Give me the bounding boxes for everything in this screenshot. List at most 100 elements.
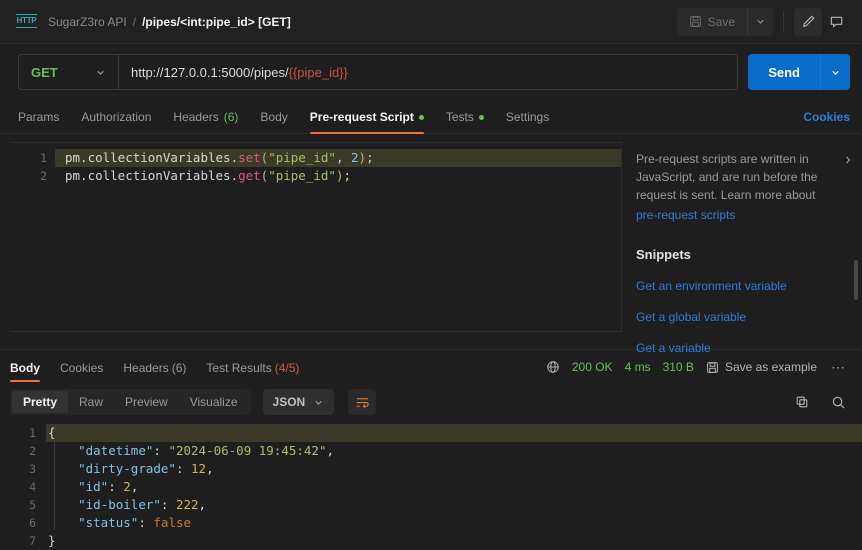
line-number: 1	[29, 426, 36, 440]
ellipsis-icon[interactable]: ⋯	[829, 359, 848, 376]
line-number: 1	[40, 151, 47, 165]
json-token: 2	[123, 479, 131, 494]
copy-response-button[interactable]	[788, 388, 816, 416]
edit-request-button[interactable]	[794, 7, 822, 36]
chevron-right-icon[interactable]	[842, 154, 854, 166]
json-token: "dirty-grade"	[78, 461, 176, 476]
response-tab-test-results-label: Test Results	[206, 361, 272, 375]
json-token: "2024-06-09 19:45:42"	[168, 443, 327, 458]
tab-settings[interactable]: Settings	[506, 100, 549, 134]
response-tab-cookies[interactable]: Cookies	[60, 350, 103, 384]
tab-body[interactable]: Body	[260, 100, 287, 134]
line-number: 3	[29, 462, 36, 476]
response-body-viewer[interactable]: 1 2 3 4 5 6 7 { "datetime": "2024-06-09 …	[0, 422, 862, 550]
response-language-select[interactable]: JSON	[262, 389, 335, 415]
json-token: "status"	[78, 515, 139, 530]
tab-authorization-label: Authorization	[81, 110, 152, 124]
response-tab-body[interactable]: Body	[10, 350, 40, 384]
code-token: "pipe_id"	[268, 150, 336, 165]
snippets-panel: Pre-request scripts are written in JavaS…	[622, 142, 862, 355]
json-line: "status": false	[46, 514, 862, 532]
save-as-example-label: Save as example	[724, 360, 817, 374]
snippet-item-get-global-variable[interactable]: Get a global variable	[636, 308, 844, 326]
json-token: }	[48, 533, 56, 548]
code-token: 2	[351, 150, 359, 165]
code-token: set	[238, 150, 261, 165]
cookies-link[interactable]: Cookies	[803, 110, 850, 124]
format-tab-preview[interactable]: Preview	[114, 391, 179, 413]
comments-button[interactable]	[822, 8, 850, 36]
response-tab-headers[interactable]: Headers (6)	[123, 350, 186, 384]
format-tab-visualize[interactable]: Visualize	[179, 391, 249, 413]
tab-settings-label: Settings	[505, 110, 550, 124]
response-tab-headers-label: Headers	[123, 361, 169, 375]
json-token: 222	[175, 497, 199, 512]
tab-tests[interactable]: Tests	[446, 100, 484, 134]
json-token: :	[108, 479, 124, 494]
save-options-button[interactable]	[747, 7, 773, 36]
tab-headers-label: Headers	[173, 110, 219, 124]
url-base-text: http://127.0.0.1:5000/pipes/	[131, 64, 289, 80]
save-button[interactable]: Save	[676, 7, 747, 36]
json-token: false	[153, 515, 192, 530]
snippet-item-get-environment-variable[interactable]: Get an environment variable	[636, 277, 844, 295]
json-token: 12	[191, 461, 207, 476]
json-token: ,	[326, 443, 335, 458]
json-token: "datetime"	[78, 443, 154, 458]
snippets-scrollbar[interactable]	[854, 260, 858, 300]
code-token: pm.collectionVariables.	[65, 168, 239, 183]
url-input[interactable]: http://127.0.0.1:5000/pipes/{{pipe_id}}	[119, 65, 360, 80]
status-code: 200 OK	[571, 360, 613, 374]
breadcrumb-collection[interactable]: SugarZ3ro API	[48, 15, 127, 29]
code-token: ;	[343, 168, 351, 183]
save-button-group: Save	[676, 7, 773, 36]
chevron-down-icon	[755, 16, 766, 27]
url-bar: GET http://127.0.0.1:5000/pipes/{{pipe_i…	[0, 44, 862, 100]
word-wrap-button[interactable]	[348, 389, 377, 415]
response-time: 4 ms	[624, 360, 651, 374]
json-line: "dirty-grade": 12,	[46, 460, 862, 478]
format-tab-pretty[interactable]: Pretty	[12, 391, 69, 413]
breadcrumb-separator: /	[132, 14, 137, 29]
script-code-editor[interactable]: 1 2 pm.collectionVariables.set("pipe_id"…	[10, 142, 622, 332]
response-json-content: { "datetime": "2024-06-09 19:45:42", "di…	[46, 422, 862, 550]
json-token: :	[153, 443, 169, 458]
code-line: pm.collectionVariables.set("pipe_id", 2)…	[55, 149, 621, 167]
search-response-button[interactable]	[824, 388, 852, 416]
json-line: "id": 2,	[46, 478, 862, 496]
pre-request-scripts-link[interactable]: pre-request scripts	[636, 206, 844, 224]
format-tab-raw[interactable]: Raw	[68, 391, 114, 413]
response-tab-test-results[interactable]: Test Results (4/5)	[206, 350, 299, 384]
line-number: 6	[29, 516, 36, 530]
tab-params[interactable]: Params	[18, 100, 59, 134]
send-button[interactable]: Send	[748, 54, 820, 90]
response-line-numbers: 1 2 3 4 5 6 7	[0, 422, 46, 550]
response-tab-body-label: Body	[10, 361, 40, 375]
chevron-down-icon	[95, 67, 106, 78]
editor-code-content[interactable]: pm.collectionVariables.set("pipe_id", 2)…	[55, 143, 621, 331]
globe-icon[interactable]	[546, 360, 560, 374]
snippets-description: Pre-request scripts are written in JavaS…	[636, 152, 818, 202]
send-options-button[interactable]	[820, 54, 850, 90]
json-line: "id-boiler": 222,	[46, 496, 862, 514]
tab-pre-request-script[interactable]: Pre-request Script	[309, 100, 424, 134]
json-token: :	[160, 497, 176, 512]
editor-line-numbers: 1 2	[10, 143, 55, 331]
line-number: 7	[29, 534, 36, 548]
json-token: ,	[206, 461, 214, 476]
response-pane: Body Cookies Headers (6) Test Results (4…	[0, 349, 862, 550]
code-token: )	[358, 150, 367, 165]
code-token: ;	[366, 150, 374, 165]
chevron-down-icon	[830, 67, 841, 78]
tab-pre-request-script-label: Pre-request Script	[309, 110, 414, 124]
tab-headers[interactable]: Headers (6)	[173, 100, 238, 134]
tab-authorization[interactable]: Authorization	[81, 100, 151, 134]
http-method-select[interactable]: GET	[19, 55, 119, 89]
snippet-item-get-variable[interactable]: Get a variable	[636, 339, 844, 357]
breadcrumb-request-name[interactable]: /pipes/<int:pipe_id> [GET]	[142, 15, 291, 29]
line-number: 5	[29, 498, 36, 512]
save-as-example-button[interactable]: Save as example	[706, 360, 817, 374]
json-token: :	[138, 515, 154, 530]
copy-icon	[795, 395, 809, 409]
